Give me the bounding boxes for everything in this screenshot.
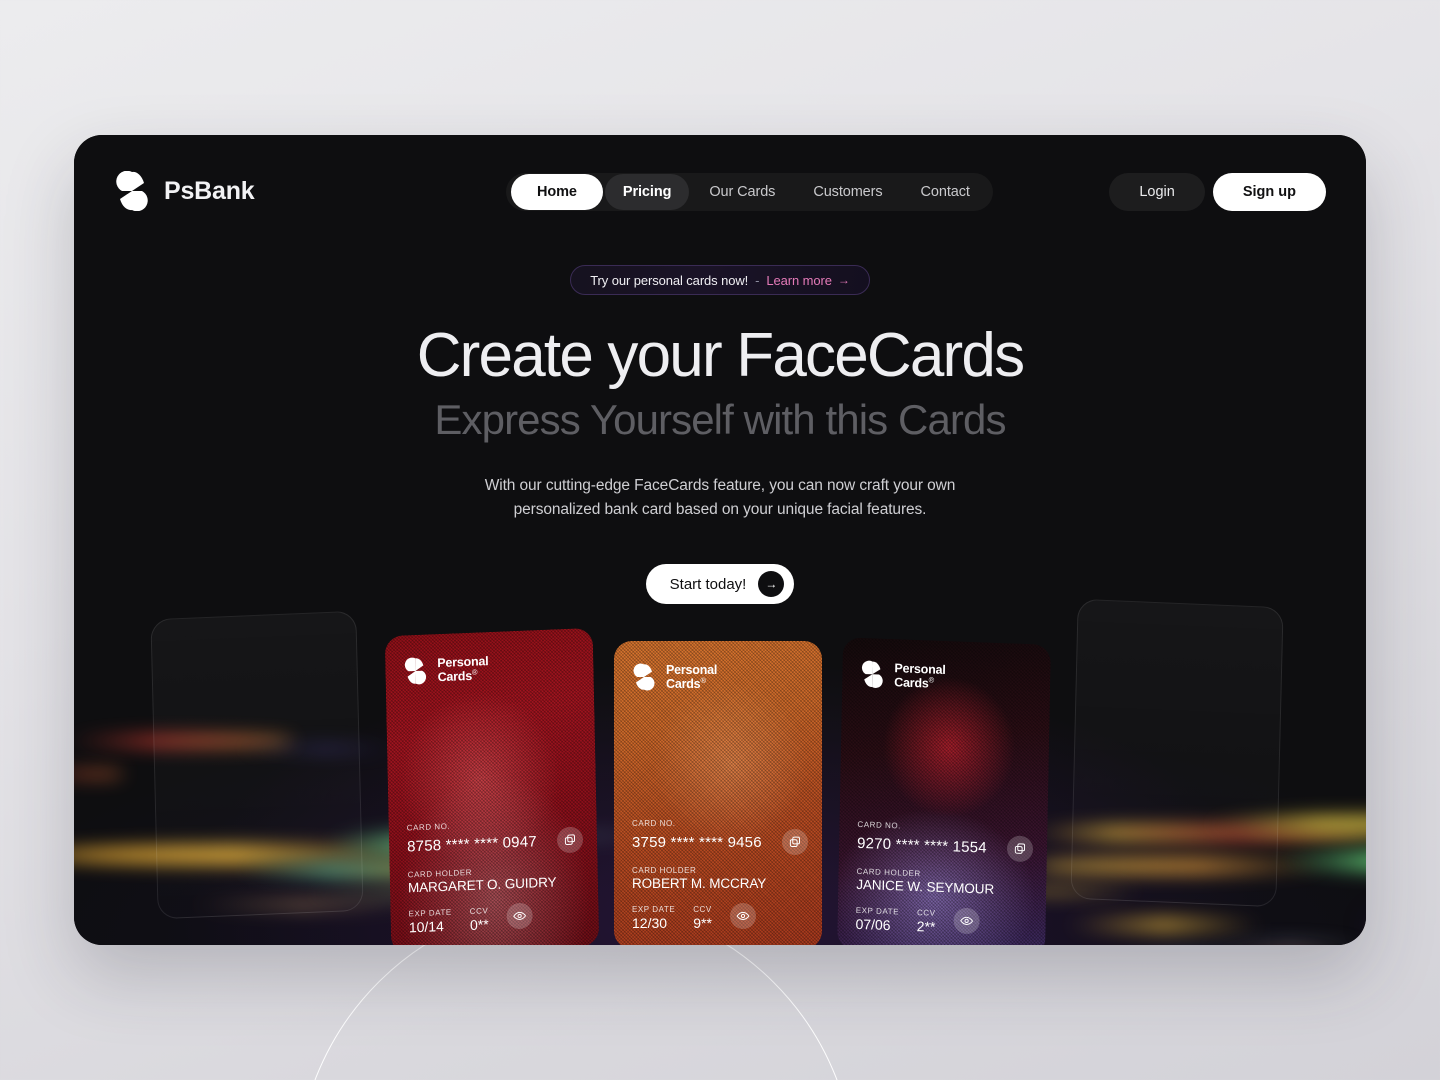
- card-brand: Personal Cards®: [403, 651, 575, 686]
- personal-cards-logo-icon: [404, 657, 427, 685]
- eye-icon[interactable]: [506, 902, 533, 930]
- nav-item-contact[interactable]: Contact: [903, 174, 988, 210]
- card-brand-line-2: Cards: [666, 677, 701, 692]
- arrow-right-icon: →: [837, 273, 850, 287]
- card-exp-value: 07/06: [855, 915, 891, 934]
- ghost-card-left: [150, 610, 364, 920]
- card-exp-label: EXP DATE: [632, 905, 676, 914]
- card-fields: CARD NO. 8758 **** **** 0947 CARD HOLDER…: [407, 816, 585, 935]
- card-number-value: 9270 **** **** 1554: [856, 834, 987, 857]
- face-card[interactable]: Personal Cards® CARD NO. 3759 **** **** …: [614, 641, 822, 945]
- ghost-card-right: [1070, 598, 1284, 908]
- nav-item-our-cards[interactable]: Our Cards: [691, 174, 793, 210]
- card-exp-label: EXP DATE: [408, 907, 452, 919]
- eye-icon[interactable]: [729, 903, 756, 929]
- card-ccv-value: 0**: [469, 916, 489, 933]
- main-nav: Home Pricing Our Cards Customers Contact: [506, 173, 993, 211]
- registered-mark: ®: [471, 667, 478, 677]
- card-exp-value: 10/14: [408, 918, 445, 936]
- card-exp-value: 12/30: [632, 915, 668, 931]
- copy-icon[interactable]: [1006, 835, 1034, 863]
- hero-section: Try our personal cards now! - Learn more…: [74, 265, 1366, 605]
- card-brand-line-1: Personal: [666, 663, 718, 677]
- page-title: Create your FaceCards: [416, 321, 1025, 390]
- promo-separator: -: [755, 272, 760, 288]
- card-number-value: 3759 **** **** 9456: [632, 833, 762, 851]
- app-panel: PsBank Home Pricing Our Cards Customers …: [74, 135, 1366, 945]
- registered-mark: ®: [700, 676, 706, 685]
- brand-name: PsBank: [164, 176, 255, 205]
- copy-icon[interactable]: [556, 826, 584, 854]
- hero-paragraph-line-2: personalized bank card based on your uni…: [513, 501, 927, 519]
- card-fields: CARD NO. 3759 **** **** 9456 CARD HOLDER…: [632, 819, 808, 931]
- card-holder-label: CARD HOLDER: [632, 866, 697, 875]
- card-exp-label: EXP DATE: [855, 905, 900, 917]
- cta-label: Start today!: [669, 575, 747, 593]
- card-ccv-label: CCV: [916, 908, 936, 918]
- card-ccv-label: CCV: [693, 905, 712, 914]
- site-header: PsBank Home Pricing Our Cards Customers …: [74, 135, 1366, 255]
- card-brand-text: Personal Cards®: [437, 654, 489, 684]
- face-card[interactable]: Personal Cards® CARD NO. 8758 **** **** …: [384, 627, 600, 945]
- registered-mark: ®: [928, 675, 935, 685]
- card-fields: CARD NO. 9270 **** **** 1554 CARD HOLDER…: [855, 820, 1034, 938]
- eye-icon[interactable]: [953, 907, 980, 935]
- promo-banner[interactable]: Try our personal cards now! - Learn more…: [570, 265, 870, 295]
- arrow-right-circle-icon: →: [758, 571, 785, 598]
- auth-actions: Login Sign up: [1109, 173, 1326, 211]
- nav-item-home[interactable]: Home: [511, 174, 603, 210]
- card-brand: Personal Cards®: [860, 660, 1032, 694]
- card-brand-line-2: Cards: [894, 675, 929, 691]
- copy-icon[interactable]: [782, 829, 808, 855]
- promo-learn-more-link[interactable]: Learn more →: [766, 273, 849, 288]
- signup-button[interactable]: Sign up: [1212, 173, 1326, 211]
- personal-cards-logo-icon: [861, 660, 883, 688]
- face-card[interactable]: Personal Cards® CARD NO. 9270 **** **** …: [837, 637, 1051, 945]
- card-number-value: 8758 **** **** 0947: [406, 832, 537, 855]
- personal-cards-logo-icon: [633, 663, 655, 691]
- nav-item-customers[interactable]: Customers: [795, 174, 900, 210]
- login-button[interactable]: Login: [1109, 173, 1205, 211]
- card-brand-line-2: Cards: [437, 668, 473, 685]
- card-ccv-label: CCV: [469, 906, 489, 916]
- card-brand: Personal Cards®: [632, 663, 804, 691]
- promo-text: Try our personal cards now!: [590, 272, 749, 288]
- card-ccv-value: 9**: [693, 915, 712, 931]
- card-brand-line-1: Personal: [437, 654, 489, 671]
- start-today-button[interactable]: Start today! →: [645, 564, 795, 605]
- card-brand-text: Personal Cards®: [894, 661, 946, 691]
- psbank-logo-icon: [116, 171, 148, 211]
- card-number-label: CARD NO.: [632, 819, 676, 828]
- hero-paragraph: With our cutting-edge FaceCards feature,…: [470, 474, 970, 522]
- nav-item-pricing[interactable]: Pricing: [604, 174, 690, 210]
- page-subtitle: Express Yourself with this Cards: [434, 396, 1006, 444]
- brand[interactable]: PsBank: [114, 171, 255, 211]
- card-ccv-value: 2**: [916, 918, 936, 935]
- hero-paragraph-line-1: With our cutting-edge FaceCards feature,…: [484, 477, 956, 495]
- promo-link-label: Learn more: [766, 272, 832, 288]
- card-brand-text: Personal Cards®: [666, 663, 717, 691]
- card-holder-value: ROBERT M. MCCRAY: [632, 876, 767, 891]
